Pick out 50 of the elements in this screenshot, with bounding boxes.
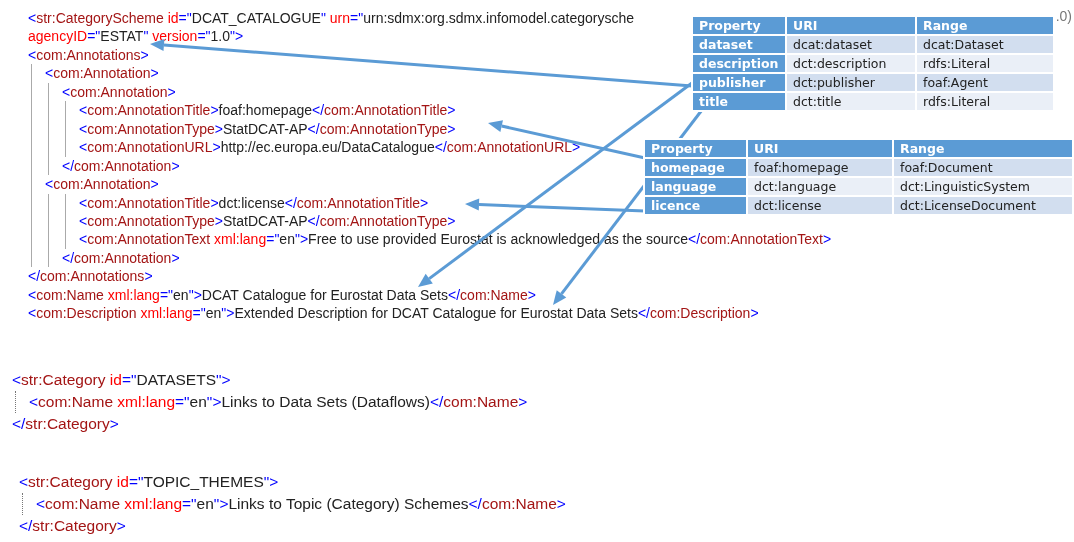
row-header-cell: homepage <box>645 159 746 176</box>
code-line: <str:CategoryScheme id="DCAT_CATALOGUE" urn="urn:sdmx:org.sdmx.infomodel.categorysche <box>28 9 634 28</box>
code-line: <str:Category id="TOPIC_THEMES"> <box>19 471 279 492</box>
table-cell: dct:publisher <box>787 74 915 91</box>
table-cell: rdfs:Literal <box>917 93 1053 110</box>
table-cell: dct:LinguisticSystem <box>894 178 1072 195</box>
table-cell: dct:LicenseDocument <box>894 197 1072 214</box>
table-header-cell: Range <box>917 17 1053 34</box>
code-line: <com:Annotation> <box>62 82 176 102</box>
row-header-cell: publisher <box>693 74 785 91</box>
table-cell: dct:license <box>748 197 892 214</box>
code-line: <com:AnnotationURL>http://ec.europa.eu/DataCatalogue</com:AnnotationURL> <box>79 138 581 157</box>
table-header-cell: URI <box>787 17 915 34</box>
table-cell: dct:title <box>787 93 915 110</box>
code-line: <com:Name xml:lang="en">Links to Data Sets (Dataflows)</com:Name> <box>29 391 528 412</box>
table-header-cell: URI <box>748 140 892 157</box>
table-cell: dct:description <box>787 55 915 72</box>
code-line: <com:Annotations> <box>28 45 149 65</box>
row-header-cell: description <box>693 55 785 72</box>
code-line: </str:Category> <box>12 413 119 434</box>
table-cell: foaf:Document <box>894 159 1072 176</box>
row-header-cell: language <box>645 178 746 195</box>
row-header-cell: title <box>693 93 785 110</box>
table-cell: dct:language <box>748 178 892 195</box>
code-line: <com:Annotation> <box>45 64 159 83</box>
code-line: <com:Name xml:lang="en">DCAT Catalogue for Eurostat Data Sets</com:Name> <box>28 285 536 305</box>
row-header-cell: licence <box>645 197 746 214</box>
table-cell: dcat:dataset <box>787 36 915 53</box>
code-line: <str:Category id="DATASETS"> <box>12 369 231 390</box>
table-header-cell: Range <box>894 140 1072 157</box>
code-line: <com:Annotation> <box>45 175 159 194</box>
code-line: <com:Description xml:lang="en">Extended Description for DCAT Catalogue for Eurostat Data Sets</com:Description> <box>28 304 759 323</box>
code-line: <com:AnnotationType>StatDCAT-AP</com:AnnotationType> <box>79 119 456 139</box>
code-line: </com:Annotations> <box>28 267 153 286</box>
code-line: <com:AnnotationTitle>foaf:homepage</com:AnnotationTitle> <box>79 101 456 120</box>
code-line: </str:Category> <box>19 515 126 536</box>
code-line: <com:Name xml:lang="en">Links to Topic (Category) Schemes</com:Name> <box>36 493 566 514</box>
code-line: </com:Annotation> <box>62 248 180 268</box>
code-line-fragment: .0) <box>1055 8 1072 24</box>
table-cell: foaf:homepage <box>748 159 892 176</box>
table-cell: rdfs:Literal <box>917 55 1053 72</box>
table-cell: foaf:Agent <box>917 74 1053 91</box>
table-header-cell: Property <box>645 140 746 157</box>
table-cell: dcat:Dataset <box>917 36 1053 53</box>
code-line: <com:AnnotationTitle>dct:license</com:AnnotationTitle> <box>79 193 429 212</box>
code-line: agencyID="ESTAT" version="1.0"> <box>28 27 244 46</box>
code-line: </com:Annotation> <box>62 156 180 176</box>
row-header-cell: dataset <box>693 36 785 53</box>
table-header-cell: Property <box>693 17 785 34</box>
code-line: <com:AnnotationType>StatDCAT-AP</com:AnnotationType> <box>79 212 456 231</box>
